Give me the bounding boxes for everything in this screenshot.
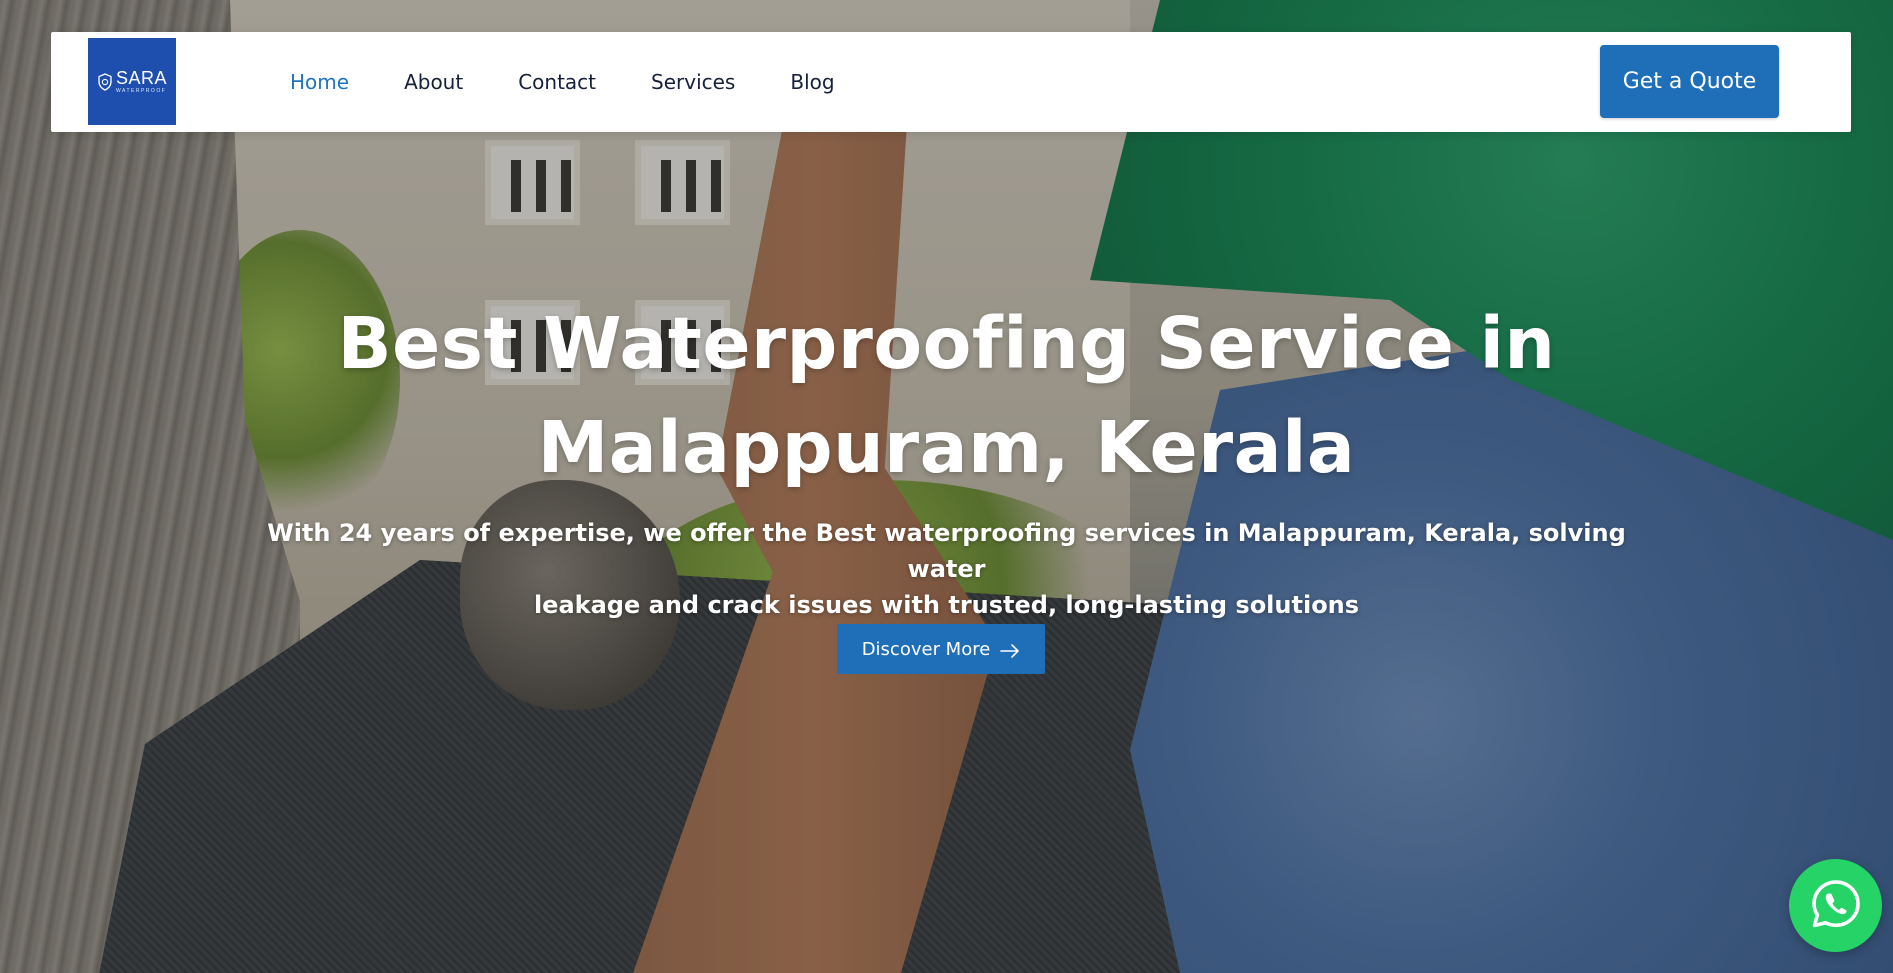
hero-subtitle: With 24 years of expertise, we offer the…: [240, 515, 1653, 623]
arrow-right-icon: [1000, 642, 1020, 658]
hero-section: Best Waterproofing Service in Malappuram…: [0, 0, 1893, 973]
logo-mark: SARA WATERPROOF: [97, 69, 167, 94]
whatsapp-icon: [1808, 876, 1864, 936]
logo-name: SARA: [115, 68, 168, 88]
nav-item-contact[interactable]: Contact: [518, 70, 596, 94]
nav-item-about[interactable]: About: [404, 70, 463, 94]
shield-icon: [97, 72, 113, 91]
get-a-quote-button[interactable]: Get a Quote: [1600, 45, 1779, 118]
nav-item-home[interactable]: Home: [290, 70, 349, 94]
nav-item-blog[interactable]: Blog: [790, 70, 834, 94]
logo-subtitle: WATERPROOF: [115, 88, 167, 94]
main-nav: Home About Contact Services Blog: [290, 32, 890, 132]
discover-more-button[interactable]: Discover More: [837, 624, 1045, 674]
navbar: SARA WATERPROOF Home About Contact Servi…: [51, 32, 1851, 132]
site-logo[interactable]: SARA WATERPROOF: [88, 38, 176, 125]
whatsapp-button[interactable]: [1789, 859, 1882, 952]
nav-item-services[interactable]: Services: [651, 70, 735, 94]
hero-subtitle-line1: With 24 years of expertise, we offer the…: [267, 519, 1626, 583]
hero-title-line1: Best Waterproofing Service in: [337, 302, 1556, 385]
hero-subtitle-line2: leakage and crack issues with trusted, l…: [533, 591, 1360, 619]
logo-text: SARA WATERPROOF: [116, 69, 167, 94]
discover-more-label: Discover More: [861, 638, 991, 660]
hero-title-line2: Malappuram, Kerala: [537, 406, 1356, 489]
hero-title: Best Waterproofing Service in Malappuram…: [240, 292, 1653, 500]
